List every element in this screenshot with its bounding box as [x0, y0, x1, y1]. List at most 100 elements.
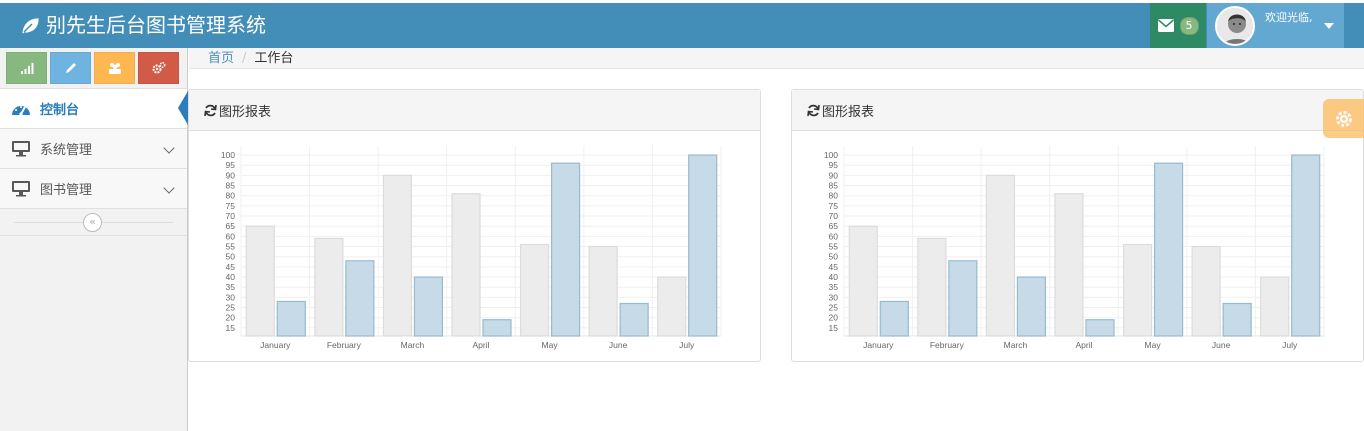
sidebar: 控制台 系统管理 图书管理 « [0, 48, 188, 431]
y-tick-label: 15 [829, 323, 839, 333]
x-tick-label: April [1075, 340, 1092, 350]
sidebar-shortcuts [0, 48, 187, 88]
bar [619, 302, 649, 337]
bar [314, 237, 344, 337]
y-tick-label: 60 [226, 231, 236, 241]
bar [1191, 245, 1221, 337]
cogs-icon [152, 62, 165, 74]
y-tick-label: 70 [829, 211, 839, 221]
y-tick-label: 40 [829, 272, 839, 282]
shortcut-signal-button[interactable] [6, 52, 47, 84]
x-tick-label: February [930, 340, 965, 350]
breadcrumb-home-link[interactable]: 首页 [208, 51, 234, 66]
bar [1054, 193, 1084, 337]
x-tick-label: January [260, 340, 291, 350]
y-tick-label: 75 [829, 201, 839, 211]
avatar [1215, 6, 1255, 46]
y-tick-label: 75 [226, 201, 236, 211]
envelope-icon [1157, 19, 1174, 32]
bar [245, 225, 275, 337]
shortcut-cogs-button[interactable] [138, 52, 179, 84]
y-tick-label: 90 [226, 170, 236, 180]
bar [1222, 302, 1252, 337]
pencil-icon [65, 63, 76, 73]
bar [1260, 276, 1290, 337]
messages-button[interactable]: 5 [1150, 3, 1206, 48]
x-tick-label: July [679, 340, 695, 350]
navbar-edge [1344, 3, 1364, 48]
x-tick-label: March [1004, 340, 1028, 350]
top-navbar: 别先生后台图书管理系统 5 欢迎光临, [0, 3, 1364, 48]
x-tick-label: May [1145, 340, 1162, 350]
sidebar-item-dashboard[interactable]: 控制台 [0, 89, 188, 129]
x-tick-label: March [401, 340, 425, 350]
x-tick-label: February [327, 340, 362, 350]
y-tick-label: 65 [829, 221, 839, 231]
users-icon [108, 63, 121, 74]
y-tick-label: 70 [226, 211, 236, 221]
bar [482, 319, 512, 337]
y-tick-label: 100 [824, 150, 838, 160]
y-tick-label: 15 [226, 323, 236, 333]
messages-badge: 5 [1179, 16, 1199, 35]
panel-body: 15 20 25 30 35 40 45 50 55 60 65 70 75 80 85 90 95 100 Jan… [189, 131, 760, 361]
refresh-icon [807, 104, 820, 116]
bar [1085, 319, 1115, 337]
x-tick-label: April [472, 340, 489, 350]
bar [550, 162, 581, 337]
x-tick-label: January [863, 340, 894, 350]
bar [382, 174, 413, 337]
x-tick-label: May [542, 340, 559, 350]
bar [276, 300, 306, 337]
y-tick-label: 85 [829, 181, 839, 191]
refresh-icon [204, 104, 217, 116]
chevron-down-icon [163, 142, 175, 154]
y-tick-label: 50 [829, 252, 839, 262]
sidebar-item-books[interactable]: 图书管理 [0, 169, 187, 209]
y-tick-label: 30 [829, 292, 839, 302]
chart-panel-1: 图形报表 15 20 25 30 35 40 45 50 55 60 65 70 75 80 85 90 95 1… [188, 89, 761, 362]
bar [917, 237, 947, 337]
sidebar-collapse-bar: « [0, 209, 187, 236]
sidebar-item-label: 控制台 [40, 103, 80, 118]
sidebar-item-label: 系统管理 [40, 143, 93, 158]
app-title: 别先生后台图书管理系统 [46, 13, 266, 37]
tachometer-icon [10, 100, 32, 118]
bar-chart: 1520253035404550556065707580859095100 Jan… [824, 146, 1325, 350]
bar [1153, 162, 1184, 337]
bar-chart: 1520253035404550556065707580859095100 Jan… [221, 146, 722, 350]
signal-icon [20, 63, 33, 74]
panel-heading: 图形报表 [792, 90, 1363, 131]
y-tick-label: 20 [226, 313, 236, 323]
y-tick-label: 50 [226, 252, 236, 262]
bar [688, 154, 718, 337]
shortcut-users-button[interactable] [94, 52, 135, 84]
x-tick-label: July [1282, 340, 1298, 350]
welcome-text: 欢迎光临, [1265, 11, 1313, 24]
bar [848, 225, 878, 337]
y-tick-label: 20 [829, 313, 839, 323]
sidebar-item-system[interactable]: 系统管理 [0, 129, 187, 169]
settings-toggle-button[interactable] [1323, 99, 1364, 138]
shortcut-pencil-button[interactable] [50, 52, 91, 84]
y-tick-label: 25 [829, 303, 839, 313]
x-tick-label: June [1212, 340, 1231, 350]
y-tick-label: 40 [226, 272, 236, 282]
user-menu[interactable]: 欢迎光临, [1207, 3, 1344, 48]
y-tick-label: 45 [226, 262, 236, 272]
bar [948, 260, 978, 337]
y-tick-label: 60 [829, 231, 839, 241]
breadcrumb: 首页 / 工作台 [189, 48, 1364, 69]
bar [413, 276, 444, 337]
chevron-down-icon [163, 182, 175, 194]
sidebar-item-label: 图书管理 [40, 183, 93, 198]
bar [588, 245, 618, 337]
brand[interactable]: 别先生后台图书管理系统 [20, 3, 266, 48]
breadcrumb-separator: / [242, 51, 247, 66]
bar [657, 276, 687, 337]
y-tick-label: 25 [226, 303, 236, 313]
y-tick-label: 55 [829, 242, 839, 252]
desktop-icon [10, 140, 32, 158]
collapse-sidebar-button[interactable]: « [83, 213, 102, 232]
y-tick-label: 65 [226, 221, 236, 231]
